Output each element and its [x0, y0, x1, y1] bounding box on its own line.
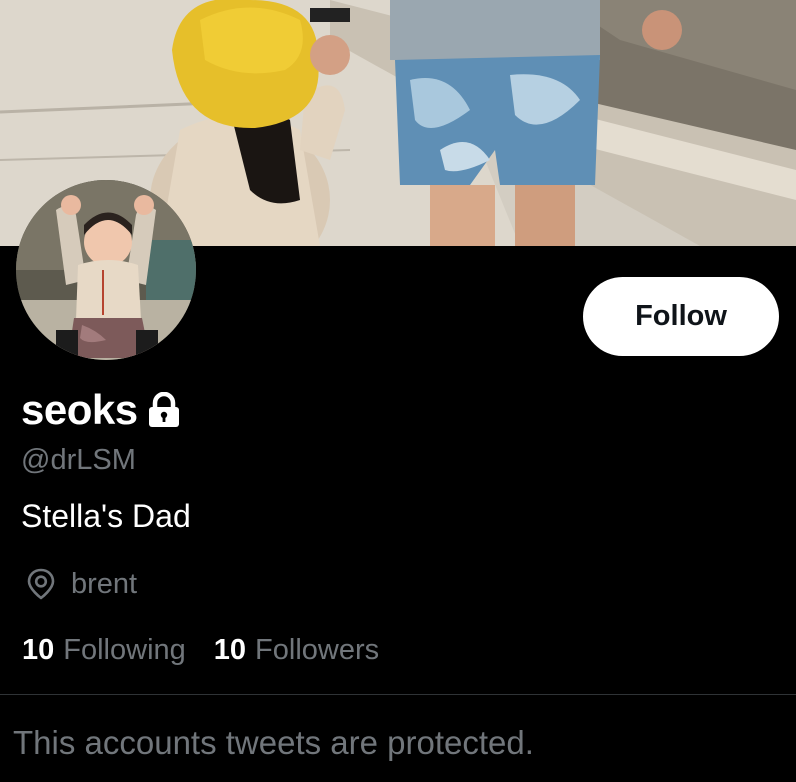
- followers-link[interactable]: 10 Followers: [214, 634, 379, 667]
- location-row: brent: [24, 564, 137, 604]
- followers-count: 10: [213, 633, 247, 666]
- lock-icon: [146, 391, 182, 428]
- profile-bio: Stella's Dad: [21, 498, 191, 534]
- follow-stats: 10 Following 10 Followers: [22, 630, 379, 670]
- following-label: Following: [63, 633, 186, 666]
- followers-label: Followers: [255, 633, 380, 666]
- section-divider: [0, 694, 796, 695]
- location-pin-icon: [24, 567, 58, 601]
- following-count: 10: [22, 633, 55, 666]
- follow-button[interactable]: Follow: [583, 277, 779, 356]
- protected-tweets-message: This accounts tweets are protected.: [13, 724, 534, 761]
- display-name-row: seoks: [21, 384, 182, 436]
- username-handle: @drLSM: [21, 444, 136, 476]
- following-link[interactable]: 10 Following: [22, 634, 186, 667]
- location-text: brent: [71, 567, 138, 600]
- profile-avatar[interactable]: [16, 180, 196, 360]
- display-name: seoks: [21, 386, 138, 433]
